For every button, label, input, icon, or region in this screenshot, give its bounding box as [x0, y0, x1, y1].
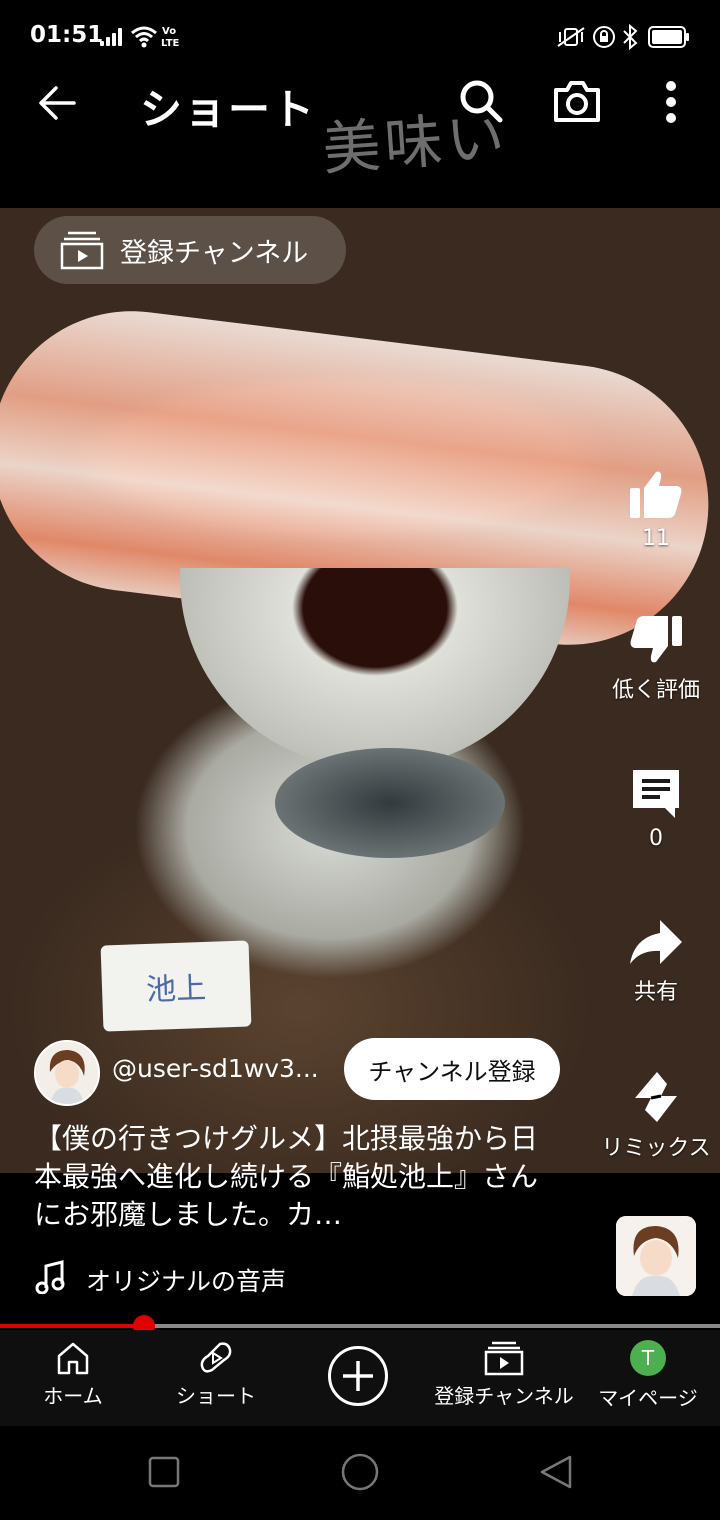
like-count: 11: [642, 526, 670, 551]
system-navigation-bar: [0, 1426, 720, 1520]
share-icon: [630, 920, 682, 964]
subscriptions-nav-icon: [484, 1341, 524, 1376]
dislike-label: 低く評価: [611, 678, 700, 703]
nav-home[interactable]: ホーム: [28, 1340, 118, 1409]
back-arrow-icon[interactable]: [36, 82, 78, 124]
svg-text:Vo: Vo: [162, 26, 176, 37]
nav-subscriptions[interactable]: 登録チャンネル: [432, 1340, 576, 1409]
account-avatar: T: [630, 1340, 666, 1376]
nav-mypage-label: マイページ: [598, 1386, 698, 1410]
channel-avatar-image: [36, 1042, 98, 1104]
subscribe-button[interactable]: チャンネル登録: [344, 1038, 560, 1100]
nav-mypage[interactable]: T マイページ: [596, 1340, 700, 1411]
remix-label: リミックス: [601, 1136, 711, 1161]
battery-icon: [648, 26, 689, 48]
remix-icon: [635, 1072, 677, 1122]
share-label: 共有: [633, 980, 678, 1005]
subscriptions-icon: [60, 231, 104, 270]
back-triangle-icon[interactable]: [538, 1454, 574, 1490]
channel-avatar[interactable]: [34, 1040, 100, 1106]
status-time: 01:51: [30, 22, 104, 48]
like-button[interactable]: 11: [596, 468, 716, 551]
bluetooth-icon: [623, 24, 638, 50]
svg-text:LTE: LTE: [161, 38, 180, 48]
nav-home-label: ホーム: [43, 1384, 103, 1408]
audio-label[interactable]: オリジナルの音声: [86, 1262, 286, 1298]
nav-shorts-label: ショート: [176, 1384, 256, 1408]
comment-icon: [633, 770, 679, 818]
lock-rotation-icon: [593, 26, 615, 48]
cellular-signal-icon: [100, 28, 124, 46]
video-card-text: 池上: [145, 970, 207, 1009]
comments-button[interactable]: 0: [596, 766, 716, 851]
plus-icon: [343, 1361, 373, 1391]
video-frame-card: 池上: [100, 940, 252, 1032]
audio-thumbnail-image: [616, 1216, 696, 1296]
remix-button[interactable]: リミックス: [596, 1070, 716, 1162]
more-options-icon[interactable]: [656, 78, 686, 126]
home-icon: [57, 1342, 89, 1375]
dislike-button[interactable]: 低く評価: [596, 614, 716, 704]
audio-thumbnail[interactable]: [616, 1216, 696, 1296]
channel-handle[interactable]: @user-sd1wv3...: [112, 1054, 319, 1083]
thumbs-down-icon: [630, 616, 682, 663]
shorts-icon: [200, 1342, 232, 1373]
share-button[interactable]: 共有: [596, 918, 716, 1006]
wifi-icon: [131, 26, 157, 48]
status-bar: 01:51 Vo LTE: [0, 0, 720, 72]
search-icon[interactable]: [458, 78, 504, 124]
comments-count: 0: [649, 826, 663, 851]
nav-subscriptions-label: 登録チャンネル: [434, 1384, 574, 1408]
page-title: ショート: [140, 85, 317, 134]
thumbs-up-icon: [630, 471, 682, 518]
video-frame-cup-base: [275, 748, 505, 858]
bottom-navigation: ホーム ショート 登録チャンネル T マイページ: [0, 1330, 720, 1426]
subscriptions-chip-label: 登録チャンネル: [120, 237, 309, 269]
home-circle-icon[interactable]: [340, 1452, 380, 1492]
progress-fill: [0, 1324, 144, 1328]
volte-icon: Vo LTE: [161, 26, 180, 48]
camera-icon[interactable]: [552, 78, 602, 124]
video-frame-cup: [180, 568, 570, 768]
subscriptions-chip[interactable]: 登録チャンネル: [34, 216, 346, 284]
music-note-icon: [35, 1260, 65, 1294]
video-title[interactable]: 【僕の行きつけグルメ】北摂最強から日本最強へ進化し続ける『鮨処池上』さんにお邪魔…: [34, 1120, 554, 1234]
recent-apps-icon[interactable]: [148, 1456, 180, 1488]
nav-shorts[interactable]: ショート: [166, 1340, 266, 1409]
create-button[interactable]: [328, 1346, 388, 1406]
vibrate-mute-icon: [557, 27, 585, 47]
